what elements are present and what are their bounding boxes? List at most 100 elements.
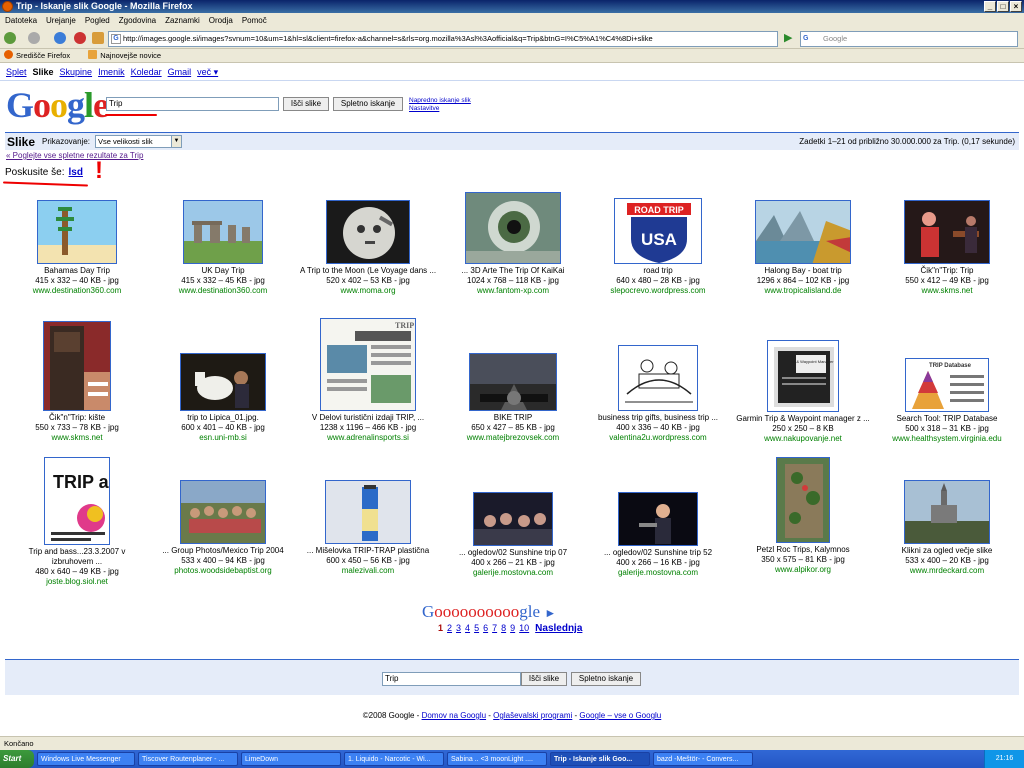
taskbar-item[interactable]: Sabina .. <3 moonLight .... xyxy=(447,752,547,766)
taskbar-item-active[interactable]: Trip - Iskanje slik Goo... xyxy=(550,752,650,766)
result-host[interactable]: www.mrdeckard.com xyxy=(877,566,1017,576)
gbar-more[interactable]: več ▾ xyxy=(197,67,218,78)
go-arrow-icon[interactable]: ▶ xyxy=(784,32,796,45)
menu-history[interactable]: Zgodovina xyxy=(119,13,156,29)
result-thumbnail[interactable] xyxy=(473,492,553,546)
close-button[interactable]: × xyxy=(1010,1,1022,12)
page-link[interactable]: 10 xyxy=(519,623,529,634)
result-thumbnail[interactable]: TRIP xyxy=(320,318,416,411)
page-link[interactable]: 2 xyxy=(447,623,452,634)
result-thumbnail[interactable] xyxy=(325,480,411,544)
result-host[interactable]: photos.woodsidebaptist.org xyxy=(153,566,293,576)
menu-edit[interactable]: Urejanje xyxy=(46,13,76,29)
settings-link[interactable]: Nastavitve xyxy=(409,105,471,113)
gbar-gmail[interactable]: Gmail xyxy=(168,67,192,78)
maximize-button[interactable]: □ xyxy=(997,1,1009,12)
menu-help[interactable]: Pomoč xyxy=(242,13,267,29)
result-host[interactable]: joste.blog.siol.net xyxy=(7,577,147,587)
result-host[interactable]: www.nakupovanje.net xyxy=(733,434,873,444)
result-thumbnail[interactable]: ROAD TRIP USA xyxy=(614,198,702,264)
footer-home-link[interactable]: Domov na Googlu xyxy=(422,711,486,720)
bottom-search-input[interactable]: Trip xyxy=(382,672,521,686)
result-host[interactable]: www.tropicalisland.de xyxy=(733,286,873,296)
taskbar-item[interactable]: bazd -Meštör- - Convers... xyxy=(653,752,753,766)
taskbar-item[interactable]: Tiscover Routenplaner - ... xyxy=(138,752,238,766)
menu-bookmarks[interactable]: Zaznamki xyxy=(165,13,200,29)
result-thumbnail[interactable] xyxy=(755,200,851,264)
result-host[interactable]: esn.uni-mb.si xyxy=(153,433,293,443)
result-host[interactable]: www.destination360.com xyxy=(7,286,147,296)
page-link[interactable]: 9 xyxy=(510,623,515,634)
home-icon[interactable] xyxy=(92,32,104,44)
result-host[interactable]: www.matejbrezovsek.com xyxy=(443,433,583,443)
search-engine-box[interactable]: G Google xyxy=(800,31,1018,47)
page-link[interactable]: 4 xyxy=(465,623,470,634)
result-host[interactable]: slepocrevo.wordpress.com xyxy=(588,286,728,296)
page-link[interactable]: 3 xyxy=(456,623,461,634)
minimize-button[interactable]: _ xyxy=(984,1,996,12)
result-thumbnail[interactable] xyxy=(469,353,557,411)
bottom-search-images-button[interactable]: Išči slike xyxy=(521,672,567,686)
result-host[interactable]: www.skms.net xyxy=(877,286,1017,296)
see-all-web-results-link[interactable]: « Poglejte vse spletne rezultate za Trip xyxy=(6,151,143,160)
result-thumbnail[interactable] xyxy=(326,200,410,264)
result-thumbnail[interactable] xyxy=(183,200,263,264)
result-host[interactable]: galerije.mostovna.com xyxy=(588,568,728,578)
result-thumbnail[interactable] xyxy=(776,457,830,543)
search-input[interactable]: Trip xyxy=(106,97,279,111)
result-thumbnail[interactable]: TRIP and BASS xyxy=(44,457,110,545)
advanced-image-search-link[interactable]: Napredno iskanje slik xyxy=(409,97,471,105)
search-engine-icon[interactable]: G xyxy=(803,34,819,44)
taskbar-item[interactable]: 1. Liquido - Narcotic - Wi... xyxy=(344,752,444,766)
gbar-calendar[interactable]: Koledar xyxy=(131,67,162,78)
result-thumbnail[interactable] xyxy=(43,321,111,411)
stop-icon[interactable] xyxy=(74,32,86,44)
page-link[interactable]: 6 xyxy=(483,623,488,634)
result-thumbnail[interactable]: Trip & Waypoint Manager xyxy=(767,340,839,412)
image-size-select[interactable]: Vse velikosti slik ▼ xyxy=(95,135,182,148)
bookmark-latest-news[interactable]: Najnovejše novice xyxy=(88,49,161,62)
dropdown-arrow-icon[interactable]: ▼ xyxy=(171,136,181,147)
result-thumbnail[interactable] xyxy=(618,345,698,411)
gbar-web[interactable]: Splet xyxy=(6,67,27,78)
web-search-button[interactable]: Spletno iskanje xyxy=(333,97,403,111)
url-bar[interactable]: G http://images.google.si/images?svnum=1… xyxy=(108,31,778,47)
result-host[interactable]: www.healthsystem.virginia.edu xyxy=(877,434,1017,444)
page-link[interactable]: 8 xyxy=(501,623,506,634)
result-host[interactable]: www.moma.org xyxy=(298,286,438,296)
result-host[interactable]: www.fantom-xp.com xyxy=(443,286,583,296)
result-host[interactable]: www.destination360.com xyxy=(153,286,293,296)
menu-view[interactable]: Pogled xyxy=(85,13,110,29)
page-link[interactable]: 7 xyxy=(492,623,497,634)
bookmark-firefox-central[interactable]: Središče Firefox xyxy=(4,49,70,62)
next-arrow-icon[interactable]: ► xyxy=(544,606,556,620)
next-page-link[interactable]: Naslednja xyxy=(535,623,582,634)
try-also-link[interactable]: lsd xyxy=(68,167,82,178)
start-button[interactable]: Start xyxy=(0,750,34,768)
bottom-web-search-button[interactable]: Spletno iskanje xyxy=(571,672,641,686)
result-thumbnail[interactable] xyxy=(618,492,698,546)
result-thumbnail[interactable] xyxy=(904,200,990,264)
gbar-groups[interactable]: Skupine xyxy=(60,67,93,78)
result-host[interactable]: galerije.mostovna.com xyxy=(443,568,583,578)
result-thumbnail[interactable]: TRIP Database xyxy=(905,358,989,412)
gbar-directory[interactable]: Imenik xyxy=(98,67,125,78)
result-thumbnail[interactable] xyxy=(465,192,561,264)
menu-file[interactable]: Datoteka xyxy=(5,13,37,29)
search-images-button[interactable]: Išči slike xyxy=(283,97,329,111)
result-host[interactable]: www.skms.net xyxy=(7,433,147,443)
footer-about-link[interactable]: Google – vse o Googlu xyxy=(579,711,661,720)
result-host[interactable]: malezivali.com xyxy=(298,566,438,576)
back-icon[interactable] xyxy=(4,32,16,44)
result-thumbnail[interactable] xyxy=(180,480,266,544)
page-link[interactable]: 5 xyxy=(474,623,479,634)
result-host[interactable]: www.adrenalinsports.si xyxy=(298,433,438,443)
google-logo[interactable]: Google xyxy=(6,85,109,125)
result-host[interactable]: valentina2u.wordpress.com xyxy=(588,433,728,443)
result-thumbnail[interactable] xyxy=(904,480,990,544)
result-thumbnail[interactable] xyxy=(180,353,266,411)
taskbar-item[interactable]: LimeDown xyxy=(241,752,341,766)
result-thumbnail[interactable] xyxy=(37,200,117,264)
result-host[interactable]: www.alpikor.org xyxy=(733,565,873,575)
menu-tools[interactable]: Orodja xyxy=(209,13,233,29)
